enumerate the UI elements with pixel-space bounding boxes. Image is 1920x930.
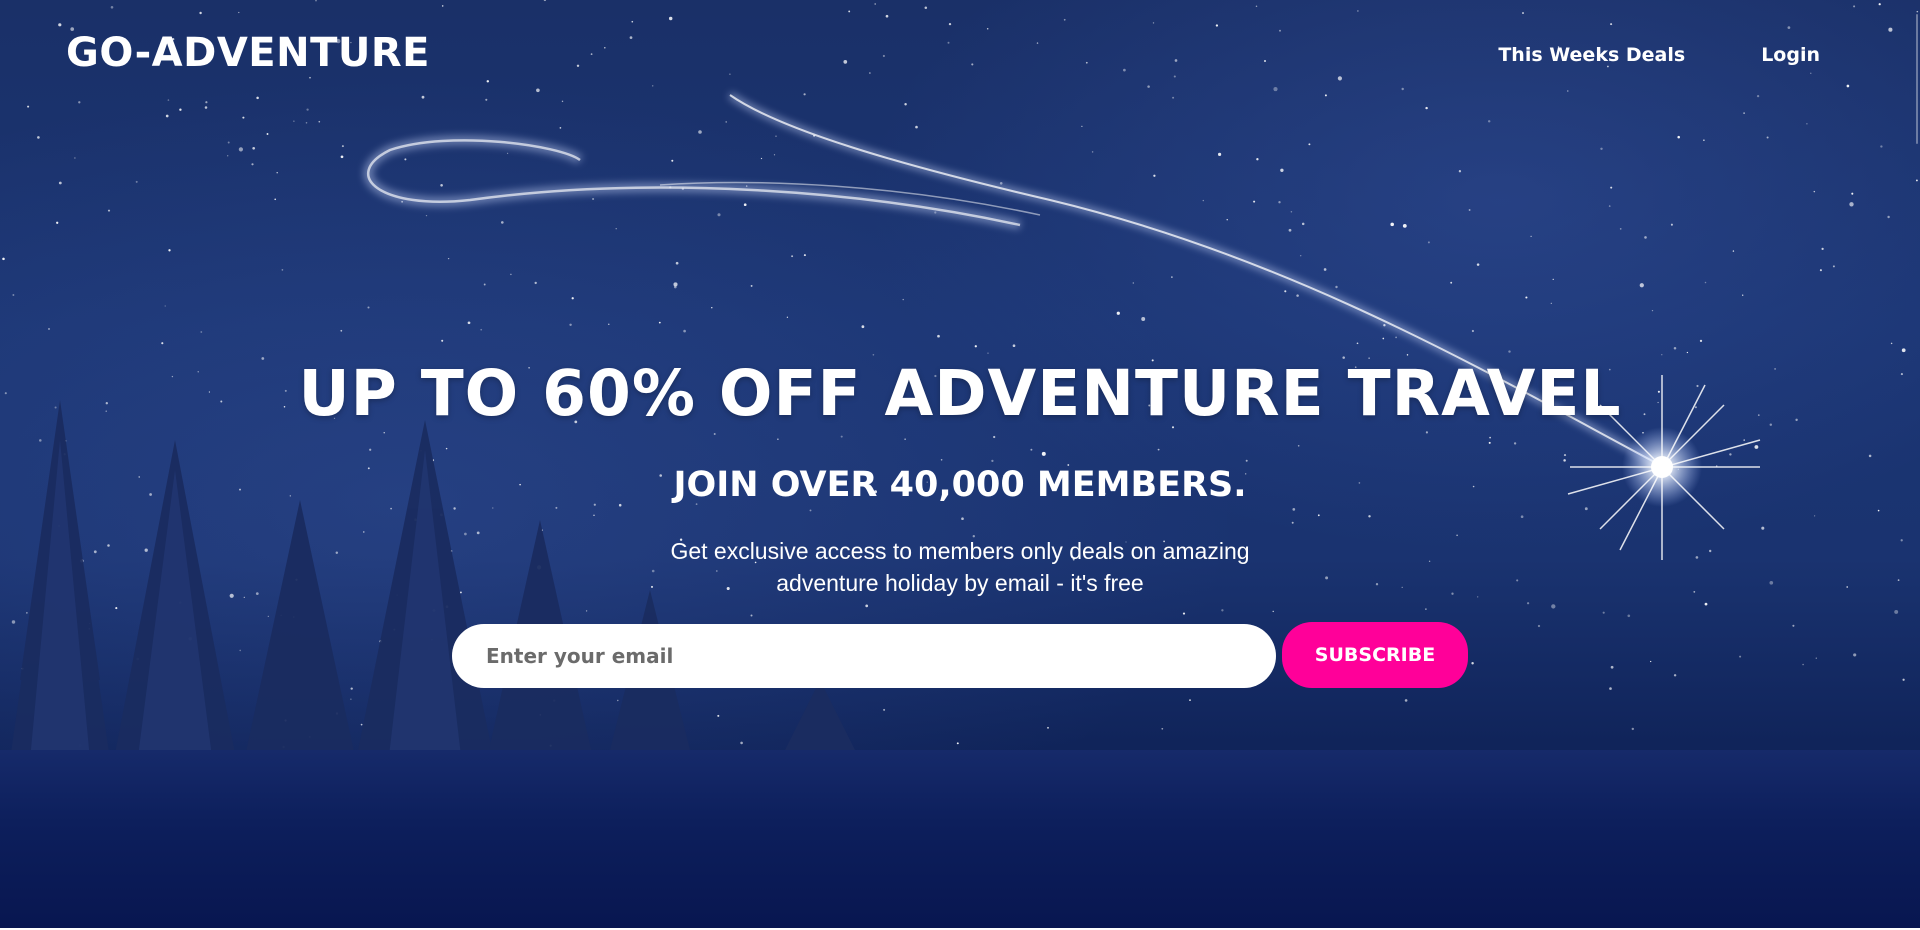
star-dot: [1894, 609, 1899, 614]
star-dot: [1404, 699, 1408, 702]
star-dot: [1631, 727, 1635, 731]
star-dot: [1902, 678, 1905, 681]
scrollbar-thumb[interactable]: [1916, 14, 1918, 144]
star-dot: [1815, 657, 1817, 659]
nav-link-this-weeks-deals[interactable]: This Weeks Deals: [1498, 44, 1685, 66]
star-dot: [1610, 665, 1614, 669]
site-logo[interactable]: GO-ADVENTURE: [66, 30, 430, 76]
hero-description: Get exclusive access to members only dea…: [670, 538, 1250, 596]
star-dot: [1739, 655, 1742, 658]
star-dot: [1704, 602, 1708, 606]
hero-subheadline: JOIN OVER 40,000 MEMBERS.: [673, 465, 1247, 505]
top-nav: This Weeks Deals Login: [1498, 44, 1820, 66]
snow-ground: [0, 750, 1920, 930]
subscribe-button[interactable]: SUBSCRIBE: [1282, 622, 1468, 688]
star-dot: [956, 742, 959, 745]
star-dot: [1182, 612, 1186, 615]
star-dot: [1537, 624, 1541, 628]
star-dot: [1425, 608, 1427, 610]
nav-link-login[interactable]: Login: [1761, 44, 1820, 66]
star-dot: [1471, 661, 1474, 665]
star-dot: [1627, 614, 1631, 618]
star-dot: [1189, 699, 1191, 701]
star-dot: [1047, 726, 1049, 729]
star-dot: [1272, 610, 1274, 613]
hero-headline: UP TO 60% OFF ADVENTURE TRAVEL: [298, 357, 1622, 430]
star-dot: [1853, 653, 1857, 657]
hero-section: GO-ADVENTURE This Weeks Deals Login UP T…: [0, 0, 1920, 930]
star-dot: [1602, 611, 1605, 614]
star-dot: [1526, 602, 1530, 605]
signup-form: SUBSCRIBE: [452, 622, 1468, 688]
scrollbar[interactable]: [1914, 0, 1920, 930]
star-dot: [1161, 727, 1164, 730]
star-dot: [1802, 663, 1804, 666]
star-dot: [1673, 674, 1677, 677]
star-dot: [1650, 660, 1652, 663]
star-dot: [1221, 609, 1224, 612]
star-dot: [1609, 687, 1612, 690]
email-input[interactable]: [452, 624, 1276, 688]
star-dot: [1551, 604, 1556, 609]
star-dot: [1792, 624, 1795, 627]
